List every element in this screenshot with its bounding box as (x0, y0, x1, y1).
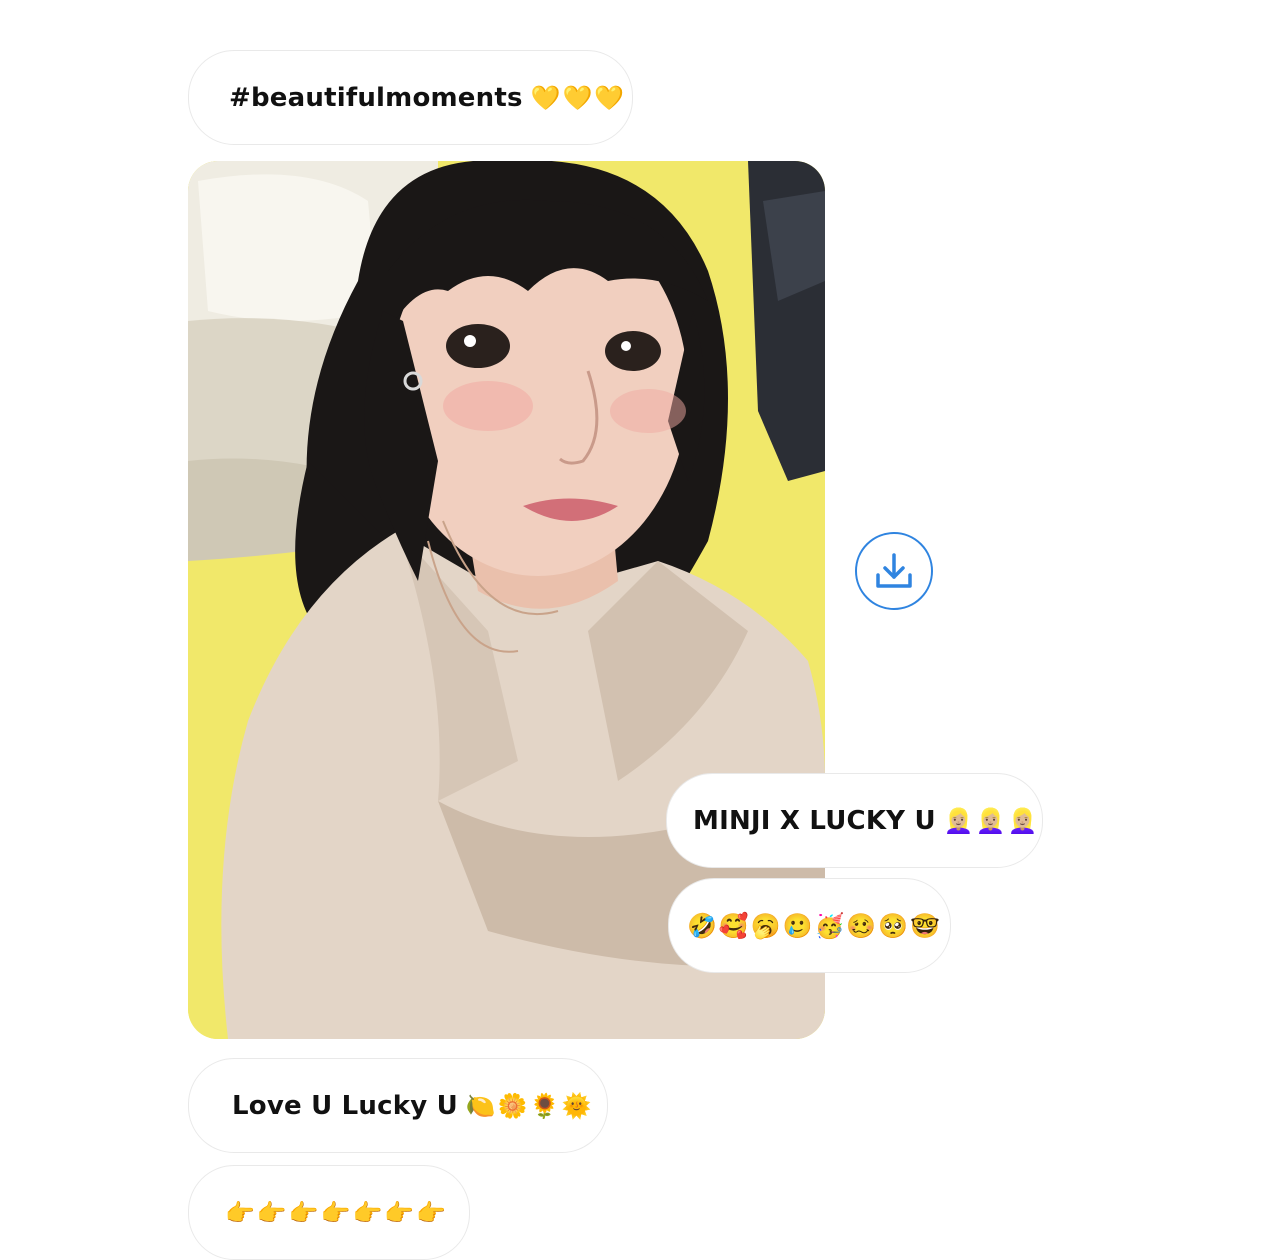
pointing-hand-emojis: 👉👉👉👉👉👉👉 (225, 1198, 449, 1227)
face-emojis: 🤣🥰🥱🥲🥳🥴🥺🤓 (687, 911, 943, 940)
download-button[interactable] (855, 532, 933, 610)
message-text: #beautifulmoments (229, 82, 523, 113)
message-bubble-pointing[interactable]: 👉👉👉👉👉👉👉 (188, 1165, 470, 1260)
message-text: Love U Lucky U (232, 1090, 458, 1121)
message-bubble-caption[interactable]: MINJI X LUCKY U 👱🏼‍♀️👱🏼‍♀️👱🏼‍♀️ (666, 773, 1043, 868)
blonde-woman-emoji: 👱🏼‍♀️👱🏼‍♀️👱🏼‍♀️ (943, 806, 1040, 835)
message-bubble-love[interactable]: Love U Lucky U 🍋🌼🌻🌞 (188, 1058, 608, 1153)
message-bubble-hashtag[interactable]: #beautifulmoments 💛💛💛 (188, 50, 633, 145)
message-bubble-reactions[interactable]: 🤣🥰🥱🥲🥳🥴🥺🤓 (668, 878, 951, 973)
download-icon (876, 553, 912, 588)
flower-emojis: 🍋🌼🌻🌞 (465, 1091, 594, 1120)
message-text: MINJI X LUCKY U (693, 805, 936, 836)
yellow-heart-emoji: 💛💛💛 (530, 83, 627, 112)
